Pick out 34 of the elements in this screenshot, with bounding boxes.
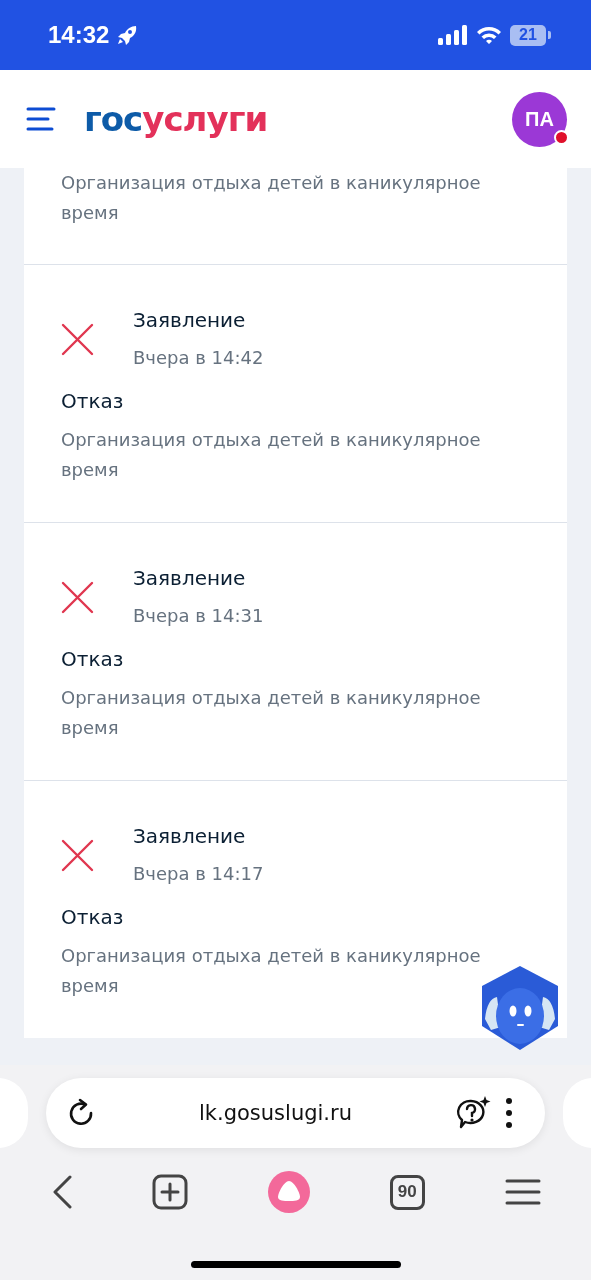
event-time: Вчера в 14:31 bbox=[133, 604, 264, 628]
wifi-icon bbox=[476, 25, 502, 45]
tabs-counter[interactable]: 90 bbox=[389, 1174, 425, 1210]
event-title: Заявление bbox=[133, 565, 247, 592]
cross-icon bbox=[61, 323, 94, 356]
clock-time: 14:32 bbox=[48, 21, 110, 49]
event-time: Вчера в 14:17 bbox=[133, 862, 264, 886]
url-text: lk.gosuslugi.ru bbox=[198, 1101, 353, 1125]
event-time: Вчера в 14:42 bbox=[133, 346, 264, 370]
event-status: Отказ bbox=[61, 388, 125, 415]
cross-icon bbox=[61, 839, 94, 872]
event-status: Отказ bbox=[61, 646, 125, 673]
event-status: Отказ bbox=[61, 904, 125, 931]
more-icon[interactable] bbox=[505, 1097, 513, 1129]
event-title: Заявление bbox=[133, 307, 247, 334]
logo[interactable]: госуслуги bbox=[84, 102, 268, 136]
new-tab-icon[interactable] bbox=[152, 1174, 189, 1210]
event-title: Заявление bbox=[133, 823, 247, 850]
signal-icon bbox=[438, 25, 468, 45]
assistant-icon[interactable] bbox=[268, 1171, 310, 1213]
event-description: Организация отдыха детей в каникулярное время bbox=[61, 171, 482, 225]
address-bar[interactable]: lk.gosuslugi.ru bbox=[46, 1078, 545, 1148]
event-card[interactable]: Заявление Вчера в 14:17 Отказ Организация отдыха детей в каникулярное время bbox=[24, 781, 567, 1038]
assistant-question-icon[interactable] bbox=[455, 1096, 491, 1130]
event-description: Организация отдыха детей в каникулярное время bbox=[61, 944, 482, 998]
event-card[interactable]: Заявление Вчера в 14:31 Отказ Организация отдыха детей в каникулярное время bbox=[24, 523, 567, 780]
cross-icon bbox=[61, 581, 94, 614]
avatar[interactable]: ПА bbox=[512, 91, 567, 147]
menu-icon[interactable] bbox=[26, 107, 56, 131]
menu-icon[interactable] bbox=[504, 1178, 541, 1206]
event-description: Организация отдыха детей в каникулярное время bbox=[61, 686, 482, 740]
event-description: Организация отдыха детей в каникулярное время bbox=[61, 428, 482, 482]
event-card[interactable]: Заявление Вчера в 14:42 Отказ Организация отдыха детей в каникулярное время bbox=[24, 265, 567, 522]
event-card[interactable]: Организация отдыха детей в каникулярное время bbox=[24, 168, 567, 264]
